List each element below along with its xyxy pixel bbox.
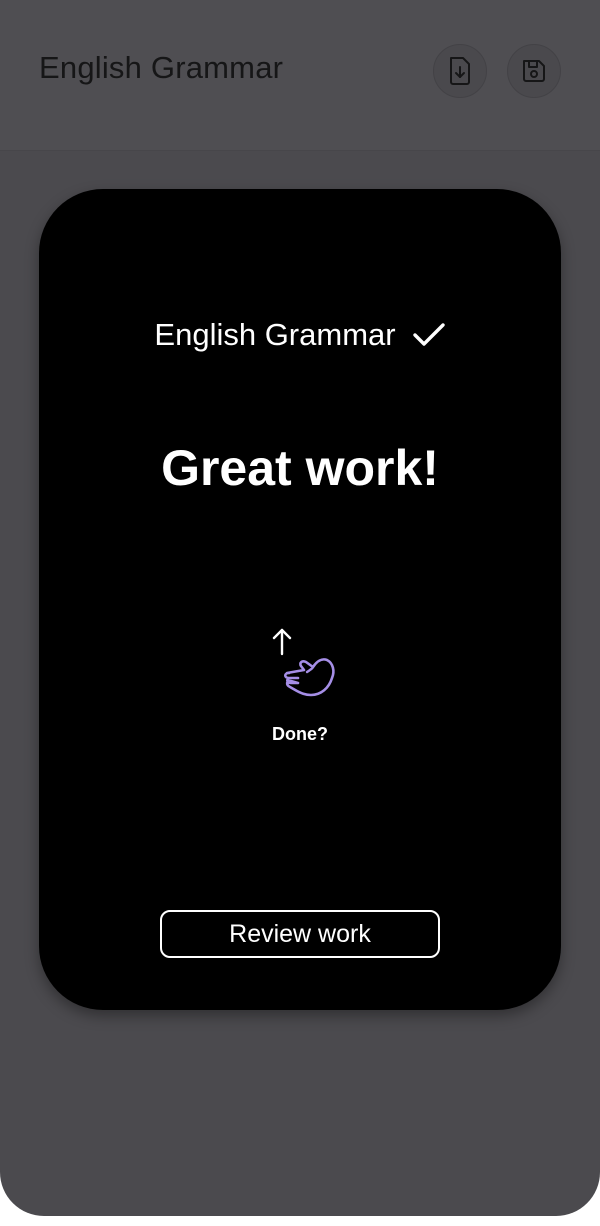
card-heading-text: English Grammar xyxy=(154,317,396,352)
page-title: English Grammar xyxy=(39,50,284,85)
completion-card: English Grammar Great work! Done? Review… xyxy=(39,189,561,1010)
download-button[interactable] xyxy=(433,44,487,98)
checkmark-icon xyxy=(412,323,445,346)
top-bar: English Grammar xyxy=(0,0,600,151)
success-headline: Great work! xyxy=(161,440,439,496)
done-prompt: Done? xyxy=(272,724,328,744)
card-heading: English Grammar xyxy=(39,317,561,353)
review-work-button[interactable]: Review work xyxy=(160,910,440,958)
save-button[interactable] xyxy=(507,44,561,98)
download-icon xyxy=(450,57,470,85)
save-icon xyxy=(523,60,545,82)
app-screen: English Grammar English Grammar Great wo… xyxy=(0,0,600,1216)
swipe-up-gesture[interactable] xyxy=(267,625,337,701)
swipe-up-hand-icon xyxy=(272,628,335,697)
